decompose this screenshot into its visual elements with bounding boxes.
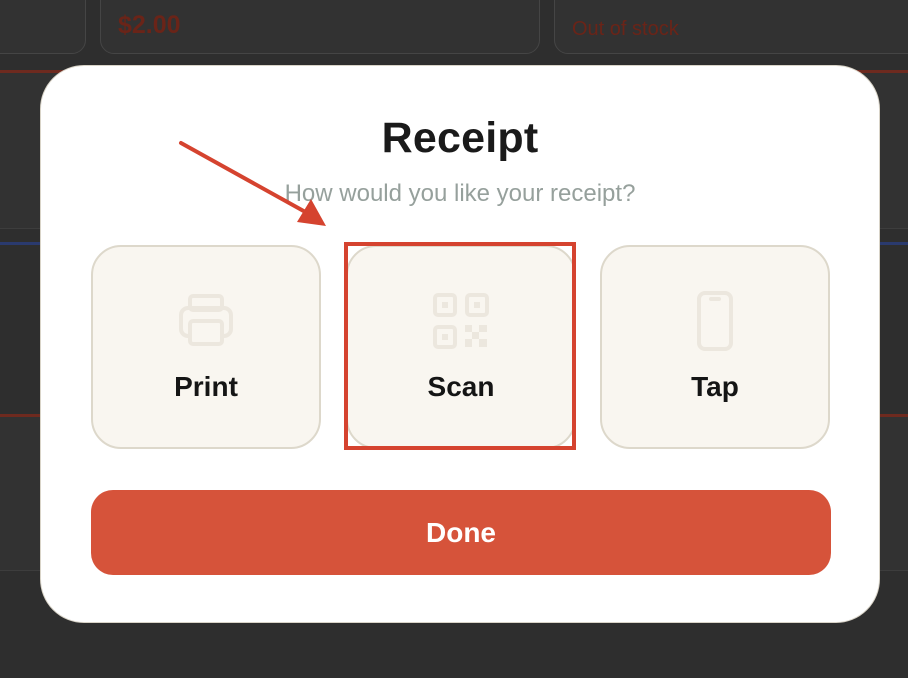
- tap-option-label: Tap: [691, 371, 739, 402]
- printer-icon: [176, 291, 236, 351]
- stock-status: Out of stock: [572, 18, 679, 40]
- product-card: Out of stock: [554, 0, 908, 54]
- print-option-button[interactable]: Print: [91, 245, 321, 449]
- scan-option-button[interactable]: Scan: [346, 245, 576, 449]
- qr-code-icon: [431, 291, 491, 351]
- modal-title: Receipt: [381, 114, 539, 162]
- print-option-label: Print: [174, 371, 238, 402]
- receipt-modal: Receipt How would you like your receipt?…: [40, 65, 880, 623]
- product-card: $2.00: [100, 0, 540, 54]
- product-card: [0, 0, 86, 54]
- product-price: $2.00: [118, 11, 181, 39]
- modal-subtitle: How would you like your receipt?: [284, 180, 636, 207]
- phone-icon: [685, 291, 745, 351]
- tap-option-button[interactable]: Tap: [600, 245, 830, 449]
- done-button[interactable]: Done: [91, 490, 831, 575]
- scan-option-label: Scan: [427, 371, 495, 402]
